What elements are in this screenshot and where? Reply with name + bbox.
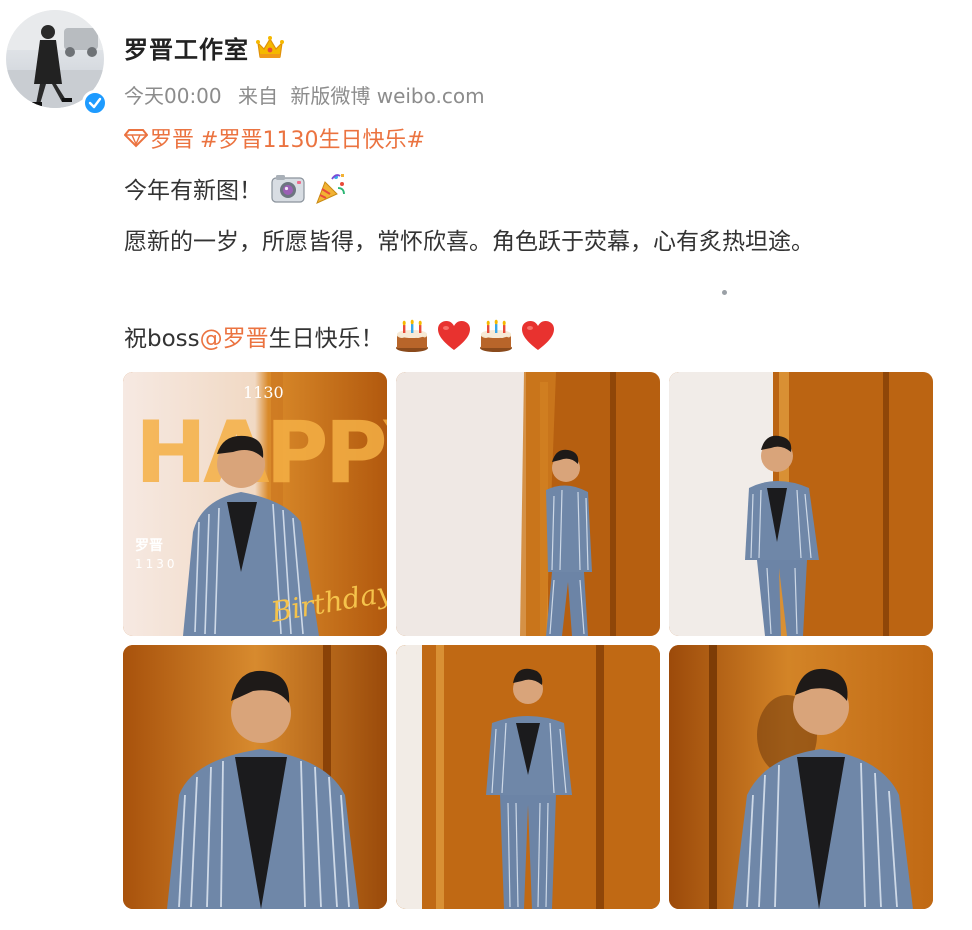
birthday-cake-emoji <box>394 318 430 354</box>
cover-number: 1130 <box>243 383 284 402</box>
red-heart-emoji <box>520 318 556 354</box>
supertopic-link[interactable]: 罗晋 <box>150 122 194 154</box>
post-text-line-2: 愿新的一岁，所愿皆得，常怀欣喜。角色跃于荧幕，心有炙热坦途。 <box>124 222 814 256</box>
camera-emoji <box>270 170 306 206</box>
photo-thumbnail-2[interactable] <box>396 372 660 636</box>
red-heart-emoji <box>436 318 472 354</box>
post-text-line-1: 今年有新图！ <box>124 170 348 206</box>
party-popper-emoji <box>312 170 348 206</box>
source-name: 新版微博 weibo.com <box>290 84 485 108</box>
source-prefix: 来自 <box>238 84 278 108</box>
photo-thumbnail-4[interactable] <box>123 645 387 909</box>
diamond-gem-icon <box>123 128 149 148</box>
birthday-cake-emoji <box>478 318 514 354</box>
crown-icon[interactable] <box>255 35 285 61</box>
hashtag-link[interactable]: #罗晋1130生日快乐# <box>200 122 425 154</box>
cover-name-number: 1130 <box>135 557 178 571</box>
decorative-dot <box>722 290 727 295</box>
post-text-line-3: 祝boss @罗晋 生日快乐！ <box>124 318 556 354</box>
post-text-new-photos: 今年有新图！ <box>124 178 262 204</box>
photo-thumbnail-1[interactable]: HAPPY 1130 罗晋 1130 Birthday <box>123 372 387 636</box>
photo-thumbnail-3[interactable] <box>669 372 933 636</box>
post-text-greeting-suffix: 生日快乐！ <box>268 326 384 352</box>
cover-name: 罗晋 <box>135 538 163 554</box>
post-text-greeting-prefix: 祝boss <box>124 326 200 352</box>
mention-link[interactable]: @罗晋 <box>200 319 269 353</box>
photo-grid: HAPPY 1130 罗晋 1130 Birthday <box>123 372 933 910</box>
avatar-container[interactable] <box>6 10 108 116</box>
verified-check-icon <box>82 90 108 116</box>
post-meta: 今天00:00 来自 新版微博 weibo.com <box>124 80 495 109</box>
author-name[interactable]: 罗晋工作室 <box>124 30 249 65</box>
post-timestamp[interactable]: 今天00:00 <box>124 84 222 108</box>
post-text-wishes: 愿新的一岁，所愿皆得，常怀欣喜。角色跃于荧幕，心有炙热坦途。 <box>124 229 814 255</box>
topic-line: 罗晋 #罗晋1130生日快乐# <box>123 122 425 154</box>
photo-thumbnail-6[interactable] <box>669 645 933 909</box>
photo-thumbnail-5[interactable] <box>396 645 660 909</box>
post-header: 罗晋工作室 <box>124 30 285 65</box>
